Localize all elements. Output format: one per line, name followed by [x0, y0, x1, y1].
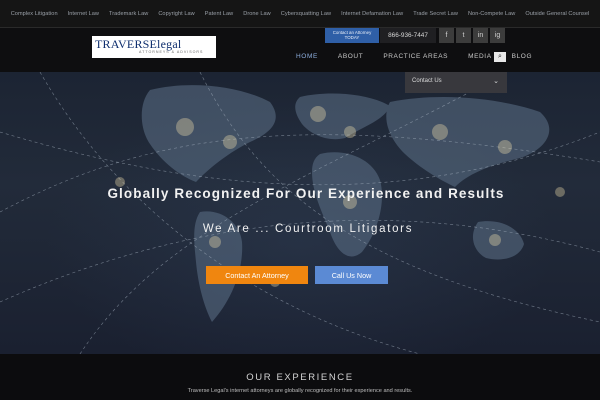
top-link-non-compete-law[interactable]: Non-Compete Law	[463, 11, 520, 17]
experience-section: OUR EXPERIENCE Traverse Legal's internet…	[0, 354, 600, 400]
section-title: OUR EXPERIENCE	[246, 372, 354, 383]
linkedin-icon[interactable]: in	[473, 28, 488, 43]
nav-item-blog[interactable]: BLOG	[502, 53, 542, 60]
facebook-icon[interactable]: f	[439, 28, 454, 43]
section-intro-text: Traverse Legal's internet attorneys are …	[187, 388, 413, 394]
top-utility-bar: Complex Litigation Internet Law Trademar…	[0, 0, 600, 28]
hero-subline: We Are ... Courtroom Litigators	[202, 223, 414, 235]
top-link-complex-litigation[interactable]: Complex Litigation	[6, 11, 63, 17]
nav-item-practice-areas[interactable]: PRACTICE AREAS	[373, 53, 458, 60]
hero-headline: Globally Recognized For Our Experience a…	[107, 186, 505, 201]
top-link-trademark-law[interactable]: Trademark Law	[104, 11, 153, 17]
top-link-cybersquatting-law[interactable]: Cybersquatting Law	[276, 11, 336, 17]
call-us-button[interactable]: Call Us Now	[315, 266, 388, 284]
phone-number[interactable]: 866-936-7447	[380, 28, 436, 43]
nav-item-about[interactable]: ABOUT	[328, 53, 373, 60]
dropdown-label: Contact Us	[412, 78, 442, 84]
instagram-icon[interactable]: ig	[490, 28, 505, 43]
top-link-outside-general-counsel[interactable]: Outside General Counsel	[520, 11, 594, 17]
hero-banner	[0, 72, 600, 354]
world-map-graphic	[0, 72, 600, 354]
site-logo[interactable]: TRAVERSElegal ATTORNEYS & ADVISORS	[92, 36, 216, 58]
top-link-trade-secret-law[interactable]: Trade Secret Law	[408, 11, 463, 17]
nav-item-home[interactable]: HOME	[286, 53, 328, 60]
logo-tagline: ATTORNEYS & ADVISORS	[139, 50, 204, 54]
contact-us-dropdown[interactable]: Contact Us ⌄	[405, 72, 507, 93]
top-link-drone-law[interactable]: Drone Law	[238, 11, 276, 17]
top-link-patent-law[interactable]: Patent Law	[200, 11, 239, 17]
practice-links: Complex Litigation Internet Law Trademar…	[0, 0, 600, 27]
top-link-internet-law[interactable]: Internet Law	[63, 11, 104, 17]
chevron-down-icon: ⌄	[493, 78, 499, 85]
twitter-icon[interactable]: t	[456, 28, 471, 43]
search-icon[interactable]: ⌕	[494, 52, 506, 62]
top-link-internet-defamation-law[interactable]: Internet Defamation Law	[336, 11, 408, 17]
contact-attorney-button[interactable]: Contact An Attorney	[206, 266, 308, 284]
contact-attorney-mini-button[interactable]: Contact an Attorney TODAY	[325, 28, 379, 43]
top-link-copyright-law[interactable]: Copyright Law	[153, 11, 199, 17]
